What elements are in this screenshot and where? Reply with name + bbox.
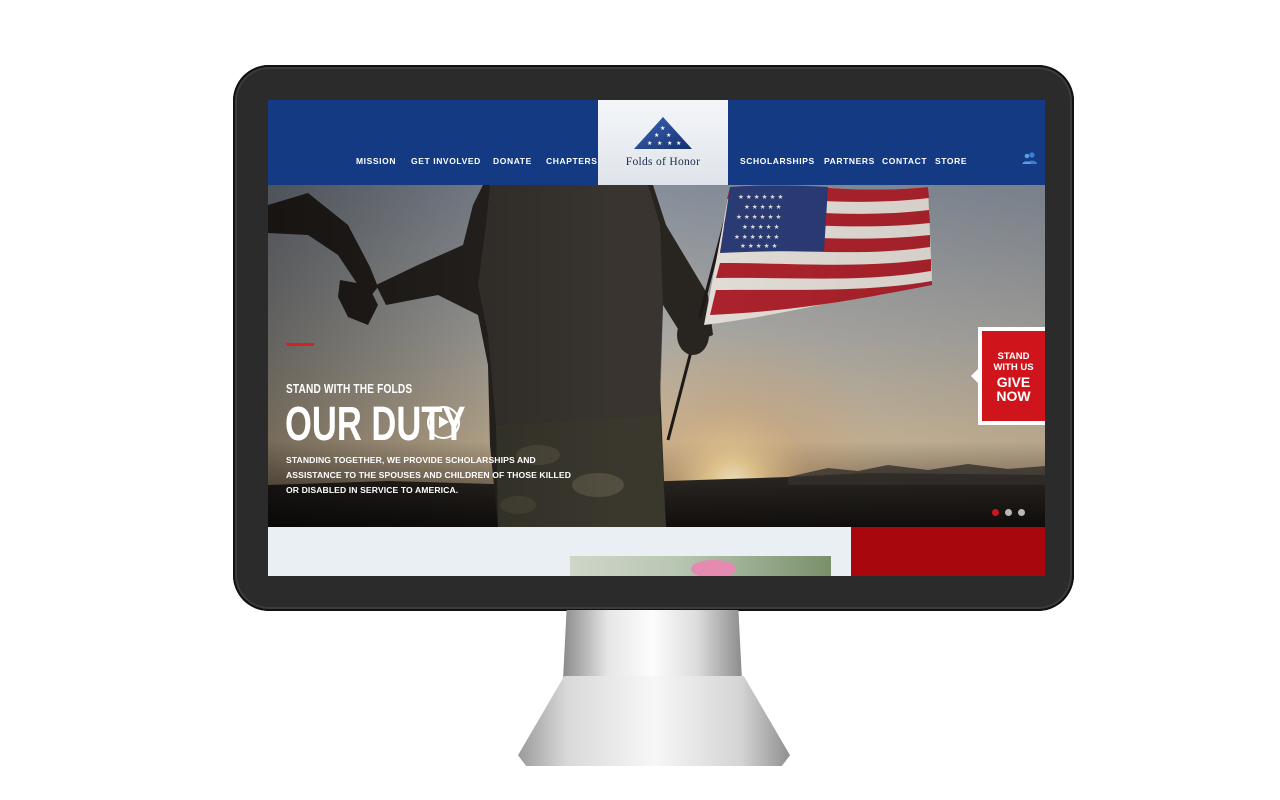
svg-text:★: ★ (676, 140, 681, 147)
svg-text:★: ★ (654, 132, 659, 139)
hero-accent-line (286, 343, 314, 346)
content-section (268, 527, 1045, 576)
site-header: MISSION GET INVOLVED DONATE CHAPTERS ★ ★… (268, 100, 1045, 185)
folded-flag-icon: ★ ★ ★ ★ ★ ★ ★ (634, 117, 692, 149)
hero-eyebrow: STAND WITH THE FOLDS (286, 381, 413, 396)
give-line-stand: STAND (997, 351, 1030, 362)
red-feature-panel (851, 527, 1045, 576)
slider-dot-2[interactable] (1005, 509, 1012, 516)
give-line-now: NOW (996, 388, 1031, 404)
svg-text:★: ★ (647, 140, 652, 147)
nav-donate[interactable]: DONATE (493, 156, 532, 166)
users-icon[interactable] (1022, 152, 1038, 164)
svg-text:★: ★ (667, 140, 672, 147)
monitor-stand-neck (563, 610, 742, 680)
nav-partners[interactable]: PARTNERS (824, 156, 875, 166)
feature-photo (570, 556, 831, 576)
give-line-give: GIVE (996, 374, 1031, 390)
nav-get-involved[interactable]: GET INVOLVED (411, 156, 481, 166)
nav-mission[interactable]: MISSION (356, 156, 396, 166)
hero-slider: ★ ★ ★ ★ ★ ★ ★ ★ ★ ★ ★ ★ ★ ★ ★ ★ ★ ★ ★ ★ … (268, 185, 1045, 527)
svg-text:★: ★ (666, 132, 671, 139)
site-logo[interactable]: ★ ★ ★ ★ ★ ★ ★ Folds of Honor (598, 100, 728, 185)
logo-wordmark: Folds of Honor (625, 156, 701, 168)
nav-store[interactable]: STORE (935, 156, 967, 166)
give-now-button[interactable]: STAND WITH US GIVE NOW (971, 327, 1045, 425)
give-now-panel: STAND WITH US GIVE NOW (982, 331, 1045, 421)
slider-dot-3[interactable] (1018, 509, 1025, 516)
play-icon (439, 416, 449, 428)
svg-text:★: ★ (660, 125, 665, 132)
svg-text:★: ★ (657, 140, 662, 147)
give-line-with-us: WITH US (993, 362, 1034, 373)
slider-pagination (992, 503, 1031, 521)
hero-description: STANDING TOGETHER, WE PROVIDE SCHOLARSHI… (286, 455, 572, 495)
website-screen: MISSION GET INVOLVED DONATE CHAPTERS ★ ★… (268, 100, 1045, 576)
nav-chapters[interactable]: CHAPTERS (546, 156, 598, 166)
nav-contact[interactable]: CONTACT (882, 156, 927, 166)
feature-photo-detail (691, 560, 736, 576)
give-tab-notch (971, 369, 978, 383)
monitor-stand-base (518, 676, 790, 766)
play-video-button[interactable] (427, 406, 460, 439)
nav-scholarships[interactable]: SCHOLARSHIPS (740, 156, 815, 166)
slider-dot-1[interactable] (992, 509, 999, 516)
